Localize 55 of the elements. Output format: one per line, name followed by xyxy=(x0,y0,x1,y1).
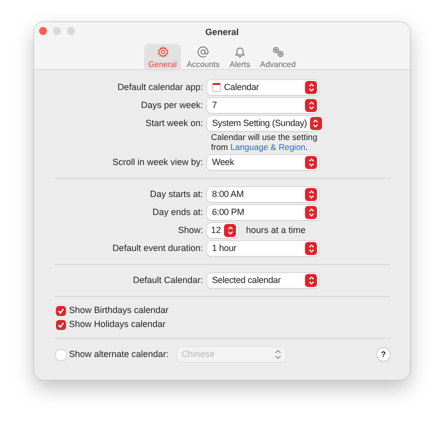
toolbar-tab[interactable]: Advanced xyxy=(256,44,300,70)
setting-label: Default calendar app: xyxy=(116,81,204,94)
popup-button[interactable]: Week xyxy=(207,155,319,170)
chevron-updown-icon xyxy=(305,274,317,287)
popup-button[interactable]: 8:00 AM xyxy=(207,187,319,202)
setting-note: Calendar will use the setting from Language & Region. xyxy=(211,132,318,152)
help-button[interactable]: ? xyxy=(377,348,390,361)
chevron-updown-icon xyxy=(305,99,317,112)
setting-label: Day ends at: xyxy=(151,206,204,219)
chevron-updown-icon xyxy=(310,117,322,130)
popup-value: 7 xyxy=(212,98,218,112)
popup-value: 1 hour xyxy=(212,242,238,255)
setting-label: Scroll in week view by: xyxy=(111,156,204,169)
chevron-updown-icon xyxy=(305,206,317,219)
checkbox[interactable] xyxy=(56,320,66,330)
stepper-value: 12 xyxy=(211,224,222,237)
chevron-updown-icon xyxy=(305,81,317,94)
popup-value: System Setting (Sunday) xyxy=(212,116,307,130)
gears-icon xyxy=(270,46,285,58)
popup-button[interactable]: 1 hour xyxy=(207,241,319,256)
close-button[interactable] xyxy=(39,27,47,35)
checkbox[interactable] xyxy=(56,306,66,316)
popup-button[interactable]: 7 xyxy=(207,98,319,113)
popup-value: 6:00 PM xyxy=(212,206,246,219)
hours-stepper[interactable]: 12 xyxy=(207,223,238,238)
toolbar-tab[interactable]: Accounts xyxy=(182,44,224,70)
popup-button[interactable]: 6:00 PM xyxy=(207,205,319,220)
popup-value: Calendar xyxy=(224,80,260,94)
language-region-link[interactable]: Language & Region xyxy=(230,142,306,152)
setting-label: Default Calendar: xyxy=(132,274,204,287)
toolbar-tab[interactable]: Alerts xyxy=(226,44,254,70)
chevron-updown-icon xyxy=(224,224,236,237)
gear-icon xyxy=(156,46,170,58)
checkbox-label: Show alternate calendar: xyxy=(69,348,169,361)
popup-button[interactable]: Selected calendar xyxy=(207,273,319,288)
checkbox-label: Show Holidays calendar xyxy=(69,319,166,330)
chevron-updown-icon xyxy=(305,242,317,255)
chevron-updown-icon xyxy=(305,156,317,169)
stepper-suffix: hours at a time xyxy=(246,224,306,237)
setting-label: Days per week: xyxy=(140,99,204,112)
setting-label: Start week on: xyxy=(144,117,204,130)
setting-label: Show: xyxy=(176,224,204,237)
window-title: General xyxy=(205,26,239,39)
chevron-updown-icon xyxy=(274,349,282,360)
chevron-updown-icon xyxy=(305,188,317,201)
at-sign-icon xyxy=(196,46,210,58)
popup-button[interactable]: System Setting (Sunday) xyxy=(207,116,319,131)
popup-button[interactable]: Calendar xyxy=(207,80,319,95)
popup-value: Selected calendar xyxy=(212,274,282,287)
checkbox-label: Show Birthdays calendar xyxy=(69,305,169,316)
setting-label: Day starts at: xyxy=(148,188,204,201)
popup-value: 8:00 AM xyxy=(212,188,245,201)
popup-value: Week xyxy=(212,156,236,169)
bell-icon xyxy=(232,46,247,58)
setting-label: Default event duration: xyxy=(111,242,204,255)
